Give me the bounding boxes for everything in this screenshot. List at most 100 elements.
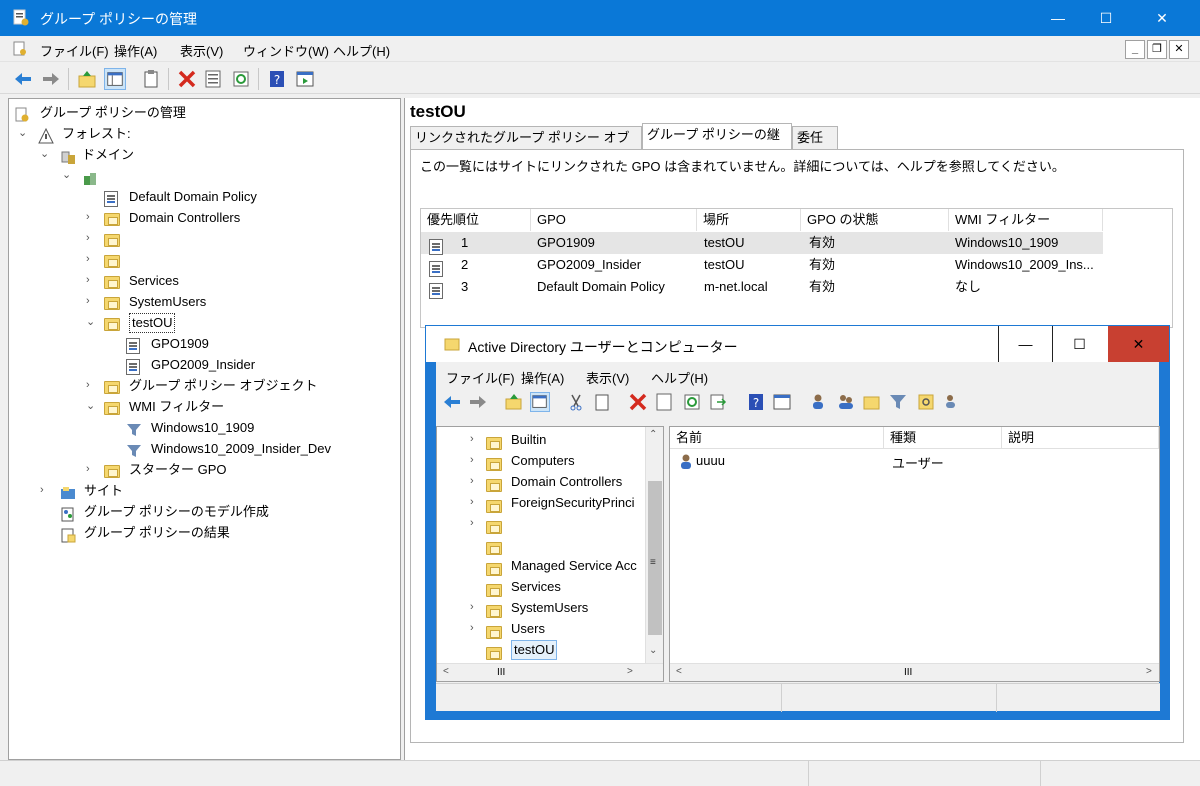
table-row[interactable]: 1 GPO1909 testOU 有効 Windows10_1909: [421, 232, 1103, 255]
minimize-button[interactable]: —: [1035, 0, 1081, 36]
expand-chevron-icon[interactable]: ›: [86, 249, 96, 265]
aduc-filter-icon[interactable]: [888, 392, 908, 412]
col-header-status[interactable]: GPO の状態: [801, 209, 949, 231]
menu-window[interactable]: ウィンドウ(W): [243, 41, 329, 60]
expand-chevron-icon[interactable]: ›: [470, 597, 480, 613]
menu-file[interactable]: ファイル(F): [40, 41, 109, 60]
aduc-delete-icon[interactable]: [628, 392, 648, 412]
scroll-left-icon[interactable]: <: [676, 666, 682, 677]
aduc-action-pane-icon[interactable]: [772, 392, 792, 412]
tree-item-unnamed-ou-1[interactable]: ›: [86, 228, 300, 249]
tab-linked-gpos[interactable]: リンクされたグループ ポリシー オブジェクト: [410, 126, 642, 166]
expand-chevron-icon[interactable]: ›: [470, 471, 480, 487]
aduc-properties-icon[interactable]: [654, 392, 674, 412]
aduc-new-ou-icon[interactable]: [862, 392, 882, 412]
aduc-col-desc[interactable]: 説明: [1002, 427, 1159, 449]
tree-item-gpo2009-insider[interactable]: GPO2009_Insider: [126, 354, 300, 375]
aduc-maximize-button[interactable]: ☐: [1052, 326, 1106, 362]
delete-icon[interactable]: [176, 68, 198, 90]
aduc-tree-item[interactable]: [437, 534, 643, 556]
list-item[interactable]: uuuu ユーザー: [670, 451, 1159, 471]
clipboard-icon[interactable]: [140, 68, 162, 90]
maximize-button[interactable]: ☐: [1083, 0, 1129, 36]
expand-chevron-icon[interactable]: ›: [86, 375, 96, 391]
tree-domains[interactable]: ⌄ ドメイン: [40, 144, 300, 165]
menu-action[interactable]: 操作(A): [114, 41, 157, 60]
expand-chevron-icon[interactable]: ›: [470, 618, 480, 634]
expand-chevron-icon[interactable]: ›: [86, 228, 96, 244]
menu-help[interactable]: ヘルプ(H): [333, 41, 390, 60]
aduc-menu-file[interactable]: ファイル(F): [446, 368, 515, 387]
tree-item-starter-gpo[interactable]: › スターター GPO: [86, 459, 300, 480]
aduc-minimize-button[interactable]: —: [998, 326, 1052, 362]
forward-icon[interactable]: [40, 68, 62, 90]
aduc-tree-item[interactable]: Services: [437, 576, 643, 598]
tree-item-default-domain-policy[interactable]: Default Domain Policy: [104, 186, 300, 207]
aduc-tree-item[interactable]: ›: [437, 513, 643, 535]
menu-view[interactable]: 表示(V): [180, 41, 223, 60]
tree-item-gpo-objects[interactable]: › グループ ポリシー オブジェクト: [86, 375, 317, 396]
col-header-gpo[interactable]: GPO: [531, 209, 697, 231]
tree-item-wmi-filters[interactable]: ⌄ WMI フィルター: [86, 396, 300, 417]
expand-chevron-icon[interactable]: ›: [86, 207, 96, 223]
table-row[interactable]: 3 Default Domain Policy m-net.local 有効 な…: [421, 276, 1171, 299]
aduc-up-folder-icon[interactable]: [504, 392, 524, 412]
aduc-object-list[interactable]: 名前 種類 説明 uuuu ユーザー < III >: [669, 426, 1160, 682]
tab-delegation[interactable]: 委任: [792, 126, 838, 149]
back-icon[interactable]: [12, 68, 34, 90]
help-icon[interactable]: ?: [266, 68, 288, 90]
aduc-tree-item[interactable]: › Builtin: [437, 429, 643, 451]
col-header-priority[interactable]: 優先順位: [421, 209, 531, 231]
close-button[interactable]: ✕: [1139, 0, 1185, 36]
expand-chevron-icon[interactable]: ⌄: [62, 165, 72, 181]
aduc-forward-icon[interactable]: [468, 392, 488, 412]
aduc-col-type[interactable]: 種類: [884, 427, 1002, 449]
aduc-tree-item[interactable]: › Computers: [437, 450, 643, 472]
tree-item-wmi-1909[interactable]: Windows10_1909: [126, 417, 300, 438]
scroll-up-icon[interactable]: ⌃: [649, 429, 657, 440]
aduc-back-icon[interactable]: [442, 392, 462, 412]
scroll-right-icon[interactable]: >: [627, 666, 633, 677]
expand-chevron-icon[interactable]: ›: [40, 480, 50, 496]
show-tree-icon[interactable]: [104, 68, 126, 90]
tree-item-domain-controllers[interactable]: › Domain Controllers: [86, 207, 300, 228]
tree-item-systemusers[interactable]: › SystemUsers: [86, 291, 300, 312]
aduc-find-icon[interactable]: [916, 392, 936, 412]
scroll-down-icon[interactable]: ⌄: [649, 645, 657, 656]
aduc-list-hscrollbar[interactable]: < III >: [670, 663, 1159, 681]
tree-item-unnamed-ou-2[interactable]: ›: [86, 249, 300, 270]
table-row[interactable]: 2 GPO2009_Insider testOU 有効 Windows10_20…: [421, 254, 1171, 277]
aduc-tree-item[interactable]: › ForeignSecurityPrinci: [437, 492, 643, 514]
scroll-right-icon[interactable]: >: [1146, 666, 1152, 677]
aduc-tree-item[interactable]: testOU: [437, 639, 643, 661]
scroll-left-icon[interactable]: <: [443, 666, 449, 677]
tree-item-modeling[interactable]: グループ ポリシーのモデル作成: [60, 501, 300, 522]
mdi-close-button[interactable]: ✕: [1169, 40, 1189, 59]
expand-chevron-icon[interactable]: ›: [86, 291, 96, 307]
expand-chevron-icon[interactable]: ›: [86, 459, 96, 475]
properties-icon[interactable]: [202, 68, 224, 90]
aduc-new-user-icon[interactable]: [810, 392, 830, 412]
tree-item-gpo1909[interactable]: GPO1909: [126, 333, 300, 354]
aduc-tree-vscrollbar[interactable]: ⌃ ≡ ⌄: [645, 427, 663, 663]
aduc-close-button[interactable]: ✕: [1108, 326, 1169, 362]
aduc-show-tree-icon[interactable]: [530, 392, 550, 412]
tree-item-wmi-2009[interactable]: Windows10_2009_Insider_Dev: [126, 438, 331, 459]
aduc-tree-item[interactable]: › Domain Controllers: [437, 471, 643, 493]
col-header-location[interactable]: 場所: [697, 209, 801, 231]
mdi-restore-button[interactable]: ❐: [1147, 40, 1167, 59]
aduc-col-name[interactable]: 名前: [670, 427, 884, 449]
expand-chevron-icon[interactable]: ⌄: [40, 144, 50, 160]
aduc-export-icon[interactable]: [708, 392, 728, 412]
mdi-minimize-button[interactable]: _: [1125, 40, 1145, 59]
expand-chevron-icon[interactable]: ›: [470, 513, 480, 529]
aduc-menu-action[interactable]: 操作(A): [521, 368, 564, 387]
expand-chevron-icon[interactable]: ›: [470, 429, 480, 445]
tree-item-services[interactable]: › Services: [86, 270, 300, 291]
tree-forest[interactable]: ⌄ フォレスト:: [18, 123, 300, 144]
aduc-tree-hscrollbar[interactable]: < III >: [437, 663, 663, 681]
expand-chevron-icon[interactable]: ⌄: [86, 312, 96, 328]
aduc-refresh-icon[interactable]: [682, 392, 702, 412]
expand-chevron-icon[interactable]: ⌄: [18, 123, 28, 139]
aduc-delegate-icon[interactable]: [942, 392, 962, 412]
